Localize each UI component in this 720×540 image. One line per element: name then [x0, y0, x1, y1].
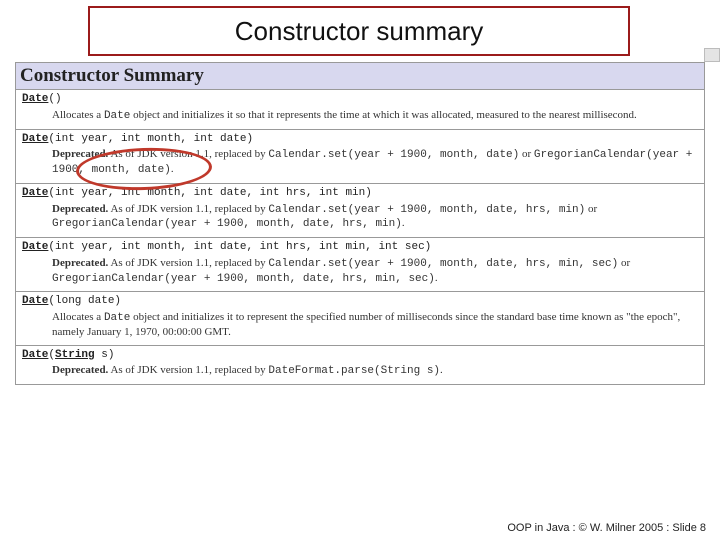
desc-text: . — [435, 272, 438, 284]
desc-text: As of JDK version 1.1, replaced by — [108, 257, 268, 269]
constructor-signature: Date(int year, int month, int date) — [22, 133, 698, 147]
desc-mono: Calendar.set(year + 1900, month, date, h… — [268, 258, 618, 270]
constructor-desc: Allocates a Date object and initializes … — [52, 311, 698, 340]
constructor-signature: Date(int year, int month, int date, int … — [22, 187, 698, 201]
constructor-signature: Date() — [22, 93, 698, 107]
constructor-link[interactable]: Date — [22, 241, 48, 253]
constructor-desc: Allocates a Date object and initializes … — [52, 109, 698, 124]
desc-text: or — [618, 257, 630, 269]
sig-params: (int year, int month, int date, int hrs,… — [48, 187, 371, 199]
scrollbar-stub — [704, 48, 720, 62]
constructor-signature: Date(String s) — [22, 349, 698, 363]
desc-mono: Calendar.set(year + 1900, month, date, h… — [268, 204, 585, 216]
slide-footer: OOP in Java : © W. Milner 2005 : Slide 8 — [507, 522, 706, 534]
constructor-signature: Date(long date) — [22, 295, 698, 309]
constructor-link[interactable]: Date — [22, 349, 48, 361]
desc-text: object and initializes it to represent t… — [52, 311, 680, 338]
constructor-desc: Deprecated. As of JDK version 1.1, repla… — [52, 203, 698, 233]
deprecated-label: Deprecated. — [52, 203, 108, 215]
desc-text: Allocates a — [52, 311, 104, 323]
desc-text: object and initializes it so that it rep… — [130, 109, 636, 121]
desc-text: . — [171, 163, 174, 175]
constructor-desc: Deprecated. As of JDK version 1.1, repla… — [52, 364, 698, 379]
desc-text: As of JDK version 1.1, replaced by — [108, 203, 268, 215]
constructor-row: Date(int year, int month, int date, int … — [15, 238, 705, 292]
constructor-link[interactable]: Date — [22, 133, 48, 145]
desc-mono: Date — [104, 110, 130, 122]
constructor-row: Date(String s) Deprecated. As of JDK ver… — [15, 346, 705, 386]
desc-text: As of JDK version 1.1, replaced by — [108, 364, 268, 376]
javadoc-panel: Constructor Summary Date() Allocates a D… — [15, 62, 705, 385]
desc-text: . — [440, 364, 443, 376]
constructor-link[interactable]: Date — [22, 295, 48, 307]
desc-mono: Calendar.set(year + 1900, month, date) — [268, 149, 519, 161]
constructor-row: Date(int year, int month, int date, int … — [15, 184, 705, 238]
constructor-link[interactable]: Date — [22, 187, 48, 199]
desc-mono: GregorianCalendar(year + 1900, month, da… — [52, 218, 402, 230]
sig-params: () — [48, 93, 61, 105]
sig-params: s) — [95, 349, 115, 361]
desc-text: Allocates a — [52, 109, 104, 121]
slide-title: Constructor summary — [235, 16, 484, 47]
desc-text: or — [519, 148, 534, 160]
constructor-row: Date() Allocates a Date object and initi… — [15, 90, 705, 130]
desc-text: As of JDK version 1.1, replaced by — [108, 148, 268, 160]
constructor-row: Date(int year, int month, int date) Depr… — [15, 130, 705, 184]
type-link[interactable]: String — [55, 349, 95, 361]
deprecated-label: Deprecated. — [52, 364, 108, 376]
constructor-link[interactable]: Date — [22, 93, 48, 105]
desc-mono: Date — [104, 312, 130, 324]
constructor-summary-header: Constructor Summary — [15, 62, 705, 90]
sig-params: (int year, int month, int date, int hrs,… — [48, 241, 431, 253]
sig-params: (long date) — [48, 295, 121, 307]
desc-mono: GregorianCalendar(year + 1900, month, da… — [52, 273, 435, 285]
desc-mono: DateFormat.parse(String s) — [268, 365, 440, 377]
deprecated-label: Deprecated. — [52, 257, 108, 269]
constructor-signature: Date(int year, int month, int date, int … — [22, 241, 698, 255]
constructor-desc: Deprecated. As of JDK version 1.1, repla… — [52, 257, 698, 287]
constructor-row: Date(long date) Allocates a Date object … — [15, 292, 705, 345]
desc-text: . — [402, 217, 405, 229]
slide-title-box: Constructor summary — [88, 6, 630, 56]
constructor-desc: Deprecated. As of JDK version 1.1, repla… — [52, 148, 698, 178]
deprecated-label: Deprecated. — [52, 148, 108, 160]
sig-params: (int year, int month, int date) — [48, 133, 253, 145]
desc-text: or — [585, 203, 597, 215]
